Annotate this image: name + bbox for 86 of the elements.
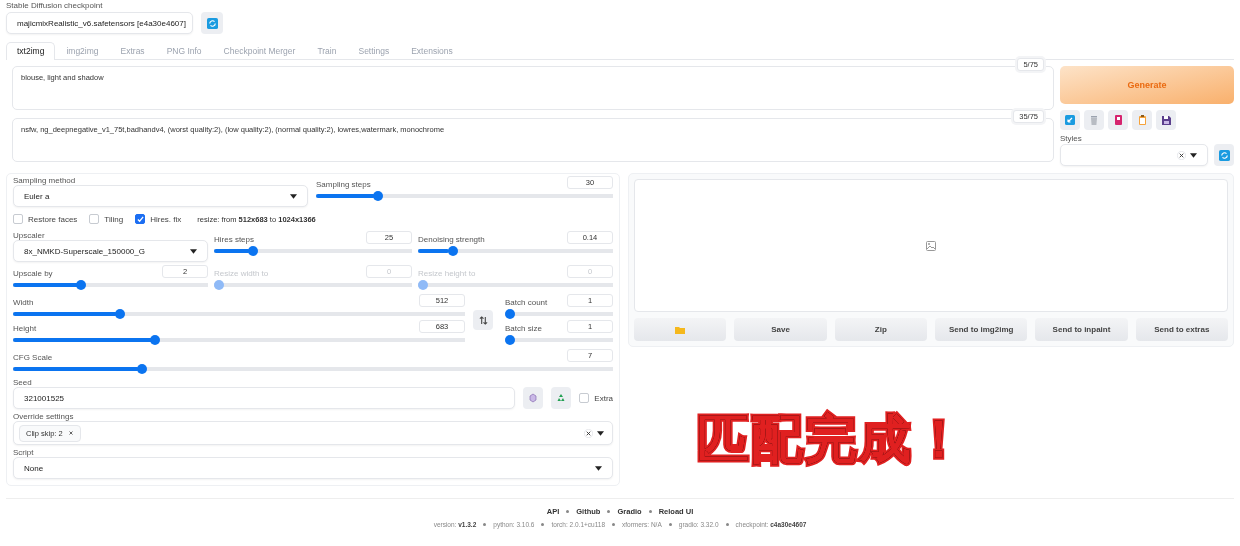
- field-label: Script: [13, 448, 34, 457]
- field-label: Override settings: [13, 412, 74, 421]
- action-button[interactable]: Send to inpaint: [1035, 318, 1128, 341]
- swap-icon: [478, 315, 488, 325]
- clipboard-icon-button[interactable]: [1132, 110, 1152, 130]
- slider-thumb[interactable]: [505, 335, 515, 345]
- slider-track[interactable]: [505, 309, 613, 319]
- recycle-button[interactable]: [551, 387, 572, 409]
- checkbox-label: Restore faces: [28, 214, 78, 224]
- slider-label: Denoising strength: [418, 235, 485, 244]
- seed-field[interactable]: 321001525: [13, 387, 516, 409]
- slider-thumb[interactable]: [505, 309, 515, 319]
- checkbox-label: Tiling: [104, 214, 124, 224]
- checkpoint-dropdown[interactable]: majicmixRealistic_v6.safetensors [e4a30e4607]: [6, 12, 193, 34]
- refresh-button[interactable]: [201, 12, 223, 34]
- slider-label: Upscale by: [13, 269, 53, 278]
- refresh-icon: [206, 17, 218, 29]
- checkbox-label: Extra: [594, 393, 613, 403]
- book-icon: [1113, 115, 1123, 125]
- trash-icon: [1089, 115, 1099, 125]
- remove-icon[interactable]: [67, 430, 74, 436]
- slider-label: CFG Scale: [13, 353, 53, 362]
- recycle-icon: [556, 393, 567, 403]
- swap-button[interactable]: [473, 310, 493, 330]
- checkbox[interactable]: [579, 393, 590, 403]
- slider-thumb[interactable]: [75, 280, 86, 290]
- edit-icon: [1065, 115, 1075, 125]
- slider-label: Batch size: [505, 324, 542, 333]
- separator-dot: [607, 510, 611, 513]
- slider-track[interactable]: [505, 335, 613, 345]
- slider-label: Hires steps: [214, 235, 254, 244]
- slider-label: Width: [13, 298, 34, 307]
- annotation-text: 匹配完成！: [697, 409, 967, 469]
- slider-thumb[interactable]: [136, 364, 147, 374]
- action-button[interactable]: Send to extras: [1135, 318, 1228, 341]
- slider-track[interactable]: [214, 280, 412, 290]
- slider-thumb[interactable]: [150, 335, 160, 345]
- dice-icon: [528, 393, 539, 403]
- field-label: Styles: [1060, 134, 1082, 143]
- caret-icon: [1190, 152, 1197, 158]
- image-icon: [926, 240, 936, 251]
- separator-dot: [612, 523, 616, 526]
- separator-dot: [648, 510, 652, 513]
- action-button[interactable]: Zip: [834, 318, 927, 341]
- dice-button[interactable]: [523, 387, 544, 409]
- tab[interactable]: txt2img: [6, 42, 56, 60]
- field-label: Stable Diffusion checkpoint: [6, 1, 103, 10]
- slider-thumb[interactable]: [447, 246, 458, 256]
- save-icon: [1161, 115, 1171, 125]
- checkbox[interactable]: [135, 214, 146, 224]
- dropdown[interactable]: 8x_NMKD-Superscale_150000_G: [13, 240, 208, 262]
- clear-icon[interactable]: [1177, 150, 1186, 160]
- caret-icon: [597, 430, 604, 436]
- caret-icon: [595, 465, 602, 471]
- separator-dot: [483, 523, 487, 526]
- book-icon-button[interactable]: [1108, 110, 1128, 130]
- dropdown[interactable]: Euler a: [13, 185, 308, 207]
- field-label: Seed: [13, 378, 32, 387]
- separator-dot: [725, 523, 729, 526]
- save-icon-button[interactable]: [1156, 110, 1176, 130]
- refresh-icon: [1218, 149, 1230, 161]
- slider-thumb[interactable]: [114, 309, 125, 319]
- separator-dot: [668, 523, 672, 526]
- field-label: Upscaler: [13, 231, 45, 240]
- separator-dot: [541, 523, 545, 526]
- slider-label: Height: [13, 324, 37, 333]
- separator-dot: [566, 510, 570, 513]
- caret-icon: [190, 248, 197, 254]
- slider-label: Sampling steps: [316, 180, 371, 189]
- edit-icon-button[interactable]: [1060, 110, 1080, 130]
- action-button[interactable]: Send to img2img: [935, 318, 1028, 341]
- slider-track[interactable]: [418, 280, 613, 290]
- action-button[interactable]: Save: [734, 318, 827, 341]
- caret-icon: [290, 193, 297, 199]
- clipboard-icon: [1137, 115, 1147, 125]
- checkbox[interactable]: [89, 214, 100, 224]
- field-label: Sampling method: [13, 176, 76, 185]
- checkbox-label: Hires. fix: [150, 214, 182, 224]
- clear-icon[interactable]: [584, 428, 593, 438]
- slider-thumb[interactable]: [247, 246, 258, 256]
- dropdown[interactable]: None: [13, 457, 613, 479]
- checkbox[interactable]: [13, 214, 23, 224]
- slider-label: Batch count: [505, 298, 548, 307]
- refresh-button[interactable]: [1214, 144, 1234, 166]
- folder-icon: [675, 325, 686, 334]
- slider-thumb[interactable]: [373, 191, 384, 201]
